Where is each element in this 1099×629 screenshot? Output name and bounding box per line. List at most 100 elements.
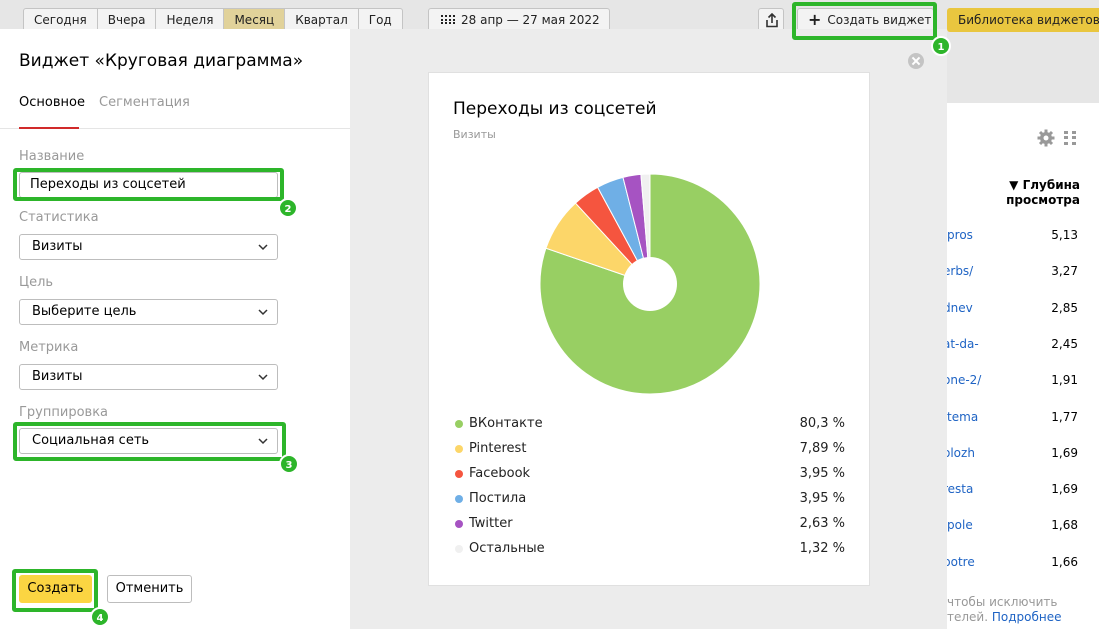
- table-row-value: 1,69: [1051, 482, 1078, 497]
- legend-item[interactable]: Остальные 1,32 %: [453, 538, 847, 563]
- table-row: one-2/1,91: [943, 370, 1099, 392]
- legend-label: Facebook: [469, 466, 531, 481]
- table-row-value: 1,66: [1051, 554, 1078, 569]
- table-row-value: 5,13: [1051, 228, 1078, 242]
- table-row: /pros 5,13: [943, 225, 1099, 247]
- stat-select-value: Визиты: [32, 239, 83, 254]
- table-footnote: чтобы исключить телей. Подробнее: [947, 595, 1062, 625]
- table-row-link[interactable]: potre: [943, 555, 975, 569]
- active-tab-indicator: [19, 127, 79, 129]
- close-icon[interactable]: [908, 53, 924, 69]
- highlight-create-button: [12, 569, 98, 612]
- chevron-down-icon: [258, 244, 268, 251]
- table-row-link[interactable]: /pros: [943, 228, 973, 242]
- highlight-create-widget: [792, 2, 937, 40]
- goal-select-value: Выберите цель: [32, 304, 137, 319]
- metric-label: Метрика: [19, 340, 79, 355]
- footnote-line-2: телей.: [947, 610, 989, 624]
- stat-label: Статистика: [19, 210, 99, 225]
- legend-label: Pinterest: [469, 441, 527, 456]
- stat-select[interactable]: Визиты: [19, 234, 278, 260]
- table-row-value: 2,45: [1051, 336, 1078, 351]
- group-label: Группировка: [19, 405, 109, 420]
- table-row-link[interactable]: olozh: [943, 446, 975, 460]
- table-row-link[interactable]: at-da-: [943, 337, 979, 351]
- table-row: /tema 1,77: [943, 407, 1099, 429]
- table-row: at-da- 2,45: [943, 334, 1099, 356]
- table-row: olozh 1,69: [943, 443, 1099, 465]
- donut-hole: [623, 257, 677, 311]
- legend-dot: [455, 470, 463, 478]
- legend-dot: [455, 420, 463, 428]
- pie-chart: [539, 173, 761, 395]
- cancel-button[interactable]: Отменить: [107, 575, 192, 603]
- column-header-depth[interactable]: ▼ Глубина просмотра: [1000, 178, 1080, 208]
- share-icon: [766, 13, 778, 28]
- legend-value: 2,63 %: [799, 516, 845, 531]
- legend-item[interactable]: Постила 3,95 %: [453, 488, 847, 513]
- table-row-value: 2,85: [1051, 300, 1078, 315]
- table-row-value: 1,68: [1051, 518, 1078, 533]
- chevron-down-icon: [258, 374, 268, 381]
- table-row-link[interactable]: resta: [943, 482, 973, 496]
- legend-dot: [455, 445, 463, 453]
- table-row: /pole 1,68: [943, 515, 1099, 537]
- legend-value: 3,95 %: [799, 466, 845, 481]
- gear-icon[interactable]: [1037, 129, 1055, 147]
- table-row-link[interactable]: /tema: [943, 410, 978, 424]
- legend-item[interactable]: Pinterest 7,89 %: [453, 438, 847, 463]
- annotation-badge-4: 4: [90, 607, 110, 627]
- drag-handle-icon[interactable]: [1064, 131, 1076, 145]
- legend-label: ВКонтакте: [469, 416, 543, 431]
- chevron-down-icon: [258, 309, 268, 316]
- preview-title: Переходы из соцсетей: [453, 99, 657, 119]
- metric-select-value: Визиты: [32, 369, 83, 384]
- legend-value: 1,32 %: [799, 541, 845, 556]
- legend-item[interactable]: Facebook 3,95 %: [453, 463, 847, 488]
- preview-subtitle: Визиты: [453, 128, 496, 141]
- table-row: resta 1,69: [943, 479, 1099, 501]
- table-row-link[interactable]: erbs/: [943, 264, 973, 278]
- footnote-line-1: чтобы исключить: [947, 595, 1058, 609]
- name-label: Название: [19, 149, 85, 164]
- widget-library-button[interactable]: Библиотека виджетов: [947, 8, 1099, 32]
- legend-label: Остальные: [469, 541, 545, 556]
- table-row-value: 3,27: [1051, 264, 1078, 279]
- goal-label: Цель: [19, 275, 54, 290]
- legend-value: 3,95 %: [799, 491, 845, 506]
- table-row: dnev 2,85: [943, 298, 1099, 320]
- legend-dot: [455, 520, 463, 528]
- table-row-value: 1,77: [1051, 409, 1078, 424]
- calendar-icon: [441, 15, 455, 25]
- goal-select[interactable]: Выберите цель: [19, 299, 278, 325]
- table-row-link[interactable]: dnev: [943, 301, 973, 315]
- table-row-link[interactable]: /pole: [943, 518, 973, 532]
- date-range-label: 28 апр — 27 мая 2022: [461, 13, 600, 27]
- preview-card: Переходы из соцсетей Визиты ВКонтакте 80,…: [428, 72, 870, 586]
- highlight-group-select: [13, 422, 286, 461]
- table-row: potre 1,66: [943, 552, 1099, 574]
- annotation-badge-2: 2: [278, 198, 298, 218]
- table-row: erbs/3,27: [943, 261, 1099, 283]
- widget-settings-panel: Виджет «Круговая диаграмма» Основное Сег…: [0, 29, 350, 629]
- legend-item[interactable]: ВКонтакте 80,3 %: [453, 413, 847, 438]
- legend-label: Постила: [469, 491, 527, 506]
- tab-segmentation[interactable]: Сегментация: [99, 95, 190, 110]
- annotation-badge-1: 1: [931, 36, 951, 56]
- legend-value: 80,3 %: [799, 416, 845, 431]
- table-row-value: 1,69: [1051, 445, 1078, 460]
- panel-tabs: Основное Сегментация: [0, 87, 350, 129]
- panel-title: Виджет «Круговая диаграмма»: [19, 51, 304, 71]
- table-top-area: [947, 40, 1099, 103]
- legend-item[interactable]: Twitter 2,63 %: [453, 513, 847, 538]
- legend-dot: [455, 495, 463, 503]
- annotation-badge-3: 3: [279, 454, 299, 474]
- legend-value: 7,89 %: [799, 441, 845, 456]
- table-row-value: 1,91: [1051, 373, 1078, 388]
- table-row-link[interactable]: one-2/: [943, 373, 981, 387]
- metric-select[interactable]: Визиты: [19, 364, 278, 390]
- more-link[interactable]: Подробнее: [992, 610, 1062, 624]
- legend-label: Twitter: [469, 516, 513, 531]
- tab-main[interactable]: Основное: [19, 95, 85, 110]
- highlight-name-field: [13, 168, 284, 201]
